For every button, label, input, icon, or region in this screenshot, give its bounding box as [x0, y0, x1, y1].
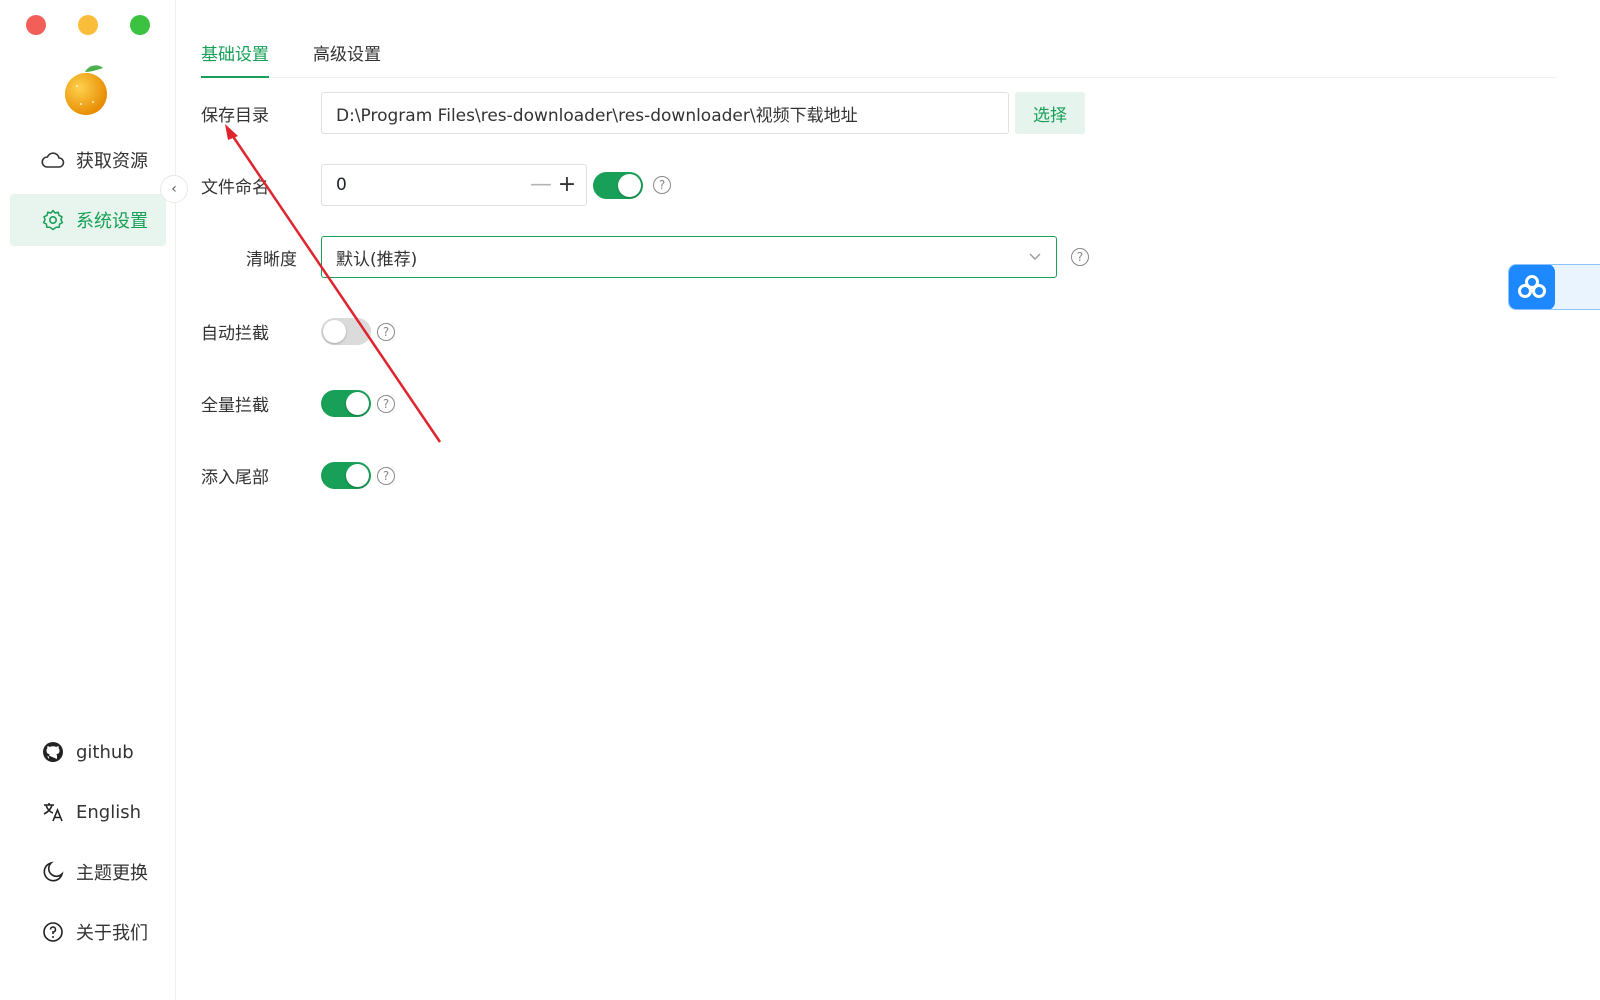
floating-netdisk-widget[interactable]	[1508, 264, 1600, 310]
toggle-knob	[346, 464, 369, 487]
nav-item-label: github	[76, 741, 134, 763]
file-naming-label: 文件命名	[201, 177, 269, 198]
tab-basic-settings[interactable]: 基础设置	[201, 30, 269, 78]
minimize-window-button[interactable]	[78, 15, 98, 35]
baidu-netdisk-icon	[1509, 265, 1555, 309]
auto-intercept-control: ?	[321, 318, 395, 345]
help-icon[interactable]: ?	[377, 466, 395, 485]
auto-intercept-label: 自动拦截	[201, 324, 269, 344]
setting-append-tail: 添入尾部 ?	[201, 462, 395, 489]
translate-icon	[40, 799, 66, 825]
file-naming-value: 0	[336, 175, 347, 195]
nav-item-get-resources[interactable]: 获取资源	[10, 134, 166, 186]
file-naming-toggle[interactable]	[593, 171, 643, 199]
quality-label: 清晰度	[246, 249, 297, 270]
nav-item-language[interactable]: English	[10, 782, 166, 842]
select-dir-button[interactable]: 选择	[1015, 92, 1085, 134]
main-nav: 获取资源 系统设置	[10, 134, 166, 254]
moon-icon	[40, 859, 66, 885]
chevron-left-icon: ‹	[171, 181, 177, 197]
full-intercept-label: 全量拦截	[201, 396, 269, 416]
setting-save-dir: 保存目录 D:\Program Files\res-downloader\res…	[201, 92, 1085, 134]
append-tail-label: 添入尾部	[201, 468, 269, 488]
nav-item-system-settings[interactable]: 系统设置	[10, 194, 166, 246]
save-dir-label: 保存目录	[201, 105, 269, 126]
full-intercept-control: ?	[321, 390, 395, 417]
quality-selected-value: 默认(推荐)	[336, 249, 418, 270]
auto-intercept-toggle[interactable]	[321, 318, 371, 345]
chevron-down-icon	[1028, 249, 1042, 265]
setting-full-intercept: 全量拦截 ?	[201, 390, 395, 417]
setting-file-naming: 文件命名 0 — + ?	[201, 164, 671, 206]
github-icon	[40, 739, 66, 765]
nav-item-theme[interactable]: 主题更换	[10, 842, 166, 902]
nav-item-label: English	[76, 801, 141, 823]
sidebar: 获取资源 系统设置 github English 主题更换 关于我们	[0, 0, 176, 1000]
nav-item-github[interactable]: github	[10, 722, 166, 782]
toggle-knob	[323, 320, 346, 343]
nav-item-label: 获取资源	[76, 151, 148, 172]
nav-item-label: 关于我们	[76, 923, 148, 944]
nav-item-label: 主题更换	[76, 863, 148, 884]
sidebar-collapse-button[interactable]: ‹	[160, 175, 188, 203]
settings-main: 基础设置 高级设置 保存目录 D:\Program Files\res-down…	[176, 0, 1600, 1000]
toggle-knob	[346, 392, 369, 415]
file-naming-number-input[interactable]: 0 — +	[321, 164, 587, 206]
full-intercept-toggle[interactable]	[321, 390, 371, 417]
save-dir-control: D:\Program Files\res-downloader\res-down…	[321, 92, 1085, 134]
save-dir-input[interactable]: D:\Program Files\res-downloader\res-down…	[321, 92, 1009, 134]
app-window: 获取资源 系统设置 github English 主题更换 关于我们 ‹ 基础设…	[0, 0, 1600, 1000]
append-tail-control: ?	[321, 462, 395, 489]
quality-select[interactable]: 默认(推荐)	[321, 236, 1057, 278]
setting-auto-intercept: 自动拦截 ?	[201, 318, 395, 345]
maximize-window-button[interactable]	[130, 15, 150, 35]
help-icon[interactable]: ?	[653, 176, 671, 194]
append-tail-toggle[interactable]	[321, 462, 371, 489]
tab-advanced-settings[interactable]: 高级设置	[313, 30, 381, 77]
gear-icon	[40, 207, 66, 233]
decrement-button[interactable]: —	[528, 174, 554, 196]
setting-quality: 清晰度 默认(推荐) ?	[201, 236, 1089, 278]
sidebar-bottom-nav: github English 主题更换 关于我们	[10, 722, 166, 962]
nav-item-about[interactable]: 关于我们	[10, 902, 166, 962]
nav-item-label: 系统设置	[76, 211, 148, 232]
close-window-button[interactable]	[26, 15, 46, 35]
toggle-knob	[618, 173, 641, 197]
quality-control: 默认(推荐) ?	[321, 236, 1089, 278]
orange-fruit-icon	[63, 62, 111, 116]
increment-button[interactable]: +	[554, 174, 580, 196]
help-icon[interactable]: ?	[377, 322, 395, 341]
window-controls	[26, 15, 150, 35]
file-naming-control: 0 — + ?	[321, 164, 671, 206]
settings-tabs: 基础设置 高级设置	[201, 30, 1556, 78]
help-icon[interactable]: ?	[377, 394, 395, 413]
cloud-icon	[40, 147, 66, 173]
help-icon[interactable]: ?	[1071, 248, 1089, 266]
help-circle-icon	[40, 919, 66, 945]
